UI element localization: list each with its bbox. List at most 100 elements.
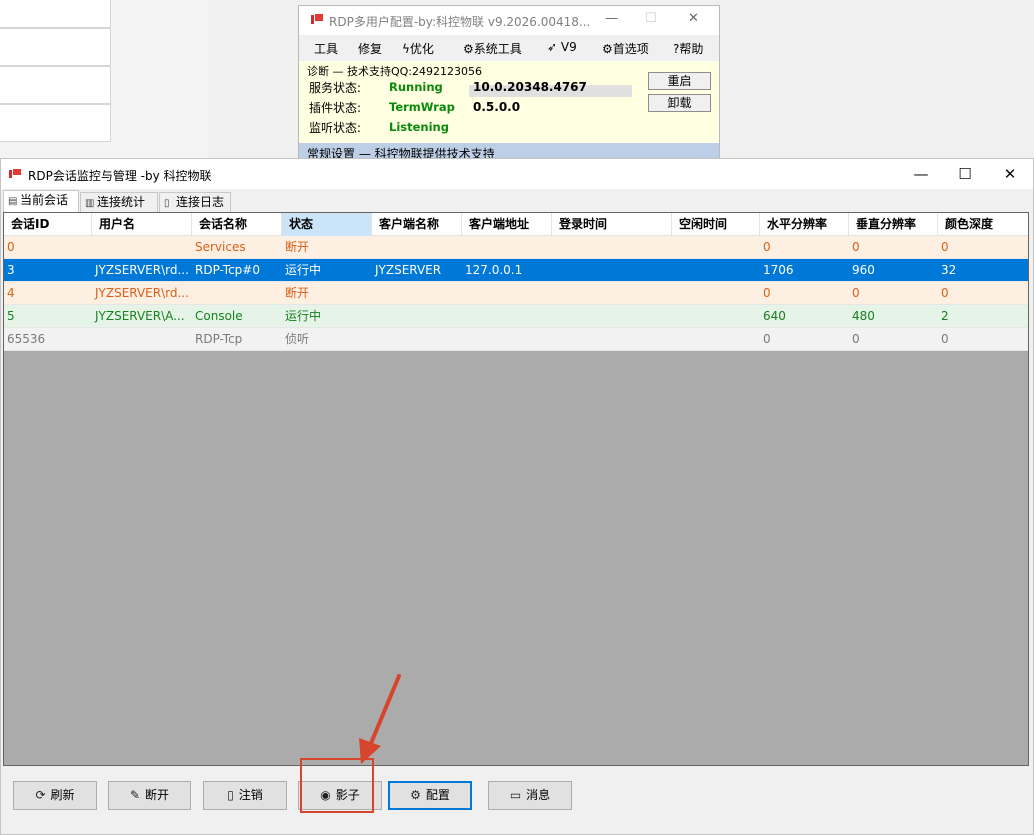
column-header[interactable]: 会话名称	[192, 213, 282, 236]
tab-bar: ▤ 当前会话 ▥ 连接统计 ▯ 连接日志	[1, 190, 1033, 212]
column-header[interactable]: 用户名	[92, 213, 192, 236]
menu-preferences[interactable]: ⚙首选项	[602, 40, 649, 57]
disconnect-icon: ✎	[129, 788, 141, 802]
table-cell	[372, 282, 462, 304]
tab-connection-log[interactable]: ▯ 连接日志	[159, 192, 231, 212]
table-cell	[552, 328, 672, 350]
app-logo-icon	[9, 169, 21, 178]
table-cell	[552, 282, 672, 304]
table-cell: JYZSERVER\rd...	[95, 263, 189, 277]
config-window-titlebar: RDP多用户配置-by:科控物联 v9.2026.00418... — ☐ ✕	[299, 6, 719, 35]
service-version: 10.0.20348.4767	[473, 80, 587, 94]
message-icon: ▭	[509, 788, 522, 802]
table-cell	[672, 282, 760, 304]
table-cell	[672, 328, 760, 350]
config-window-title: RDP多用户配置-by:科控物联 v9.2026.00418...	[329, 15, 591, 29]
menu-system-tools[interactable]: ⚙系统工具	[463, 40, 522, 57]
table-cell: 5	[7, 309, 15, 323]
close-button[interactable]: ✕	[987, 163, 1033, 185]
annotation-arrow-icon	[359, 674, 401, 764]
table-cell: 32	[941, 263, 957, 277]
background-cell	[0, 28, 111, 66]
plugin-version: 0.5.0.0	[473, 100, 521, 114]
menu-help[interactable]: ?帮助	[673, 40, 703, 57]
table-row[interactable]: 5 JYZSERVER\A... Console 运行中 640 480 2	[4, 305, 1028, 328]
background-cell	[0, 104, 111, 142]
table-cell: 断开	[285, 286, 310, 300]
tab-current-sessions[interactable]: ▤ 当前会话	[3, 190, 79, 212]
column-header[interactable]: 会话ID	[4, 213, 92, 236]
table-cell	[552, 305, 672, 327]
table-header: 会话ID 用户名 会话名称 状态 客户端名称 客户端地址 登录时间 空闲时间 水平分辨率 垂直分辨…	[4, 213, 1028, 236]
table-row[interactable]: 65536 RDP-Tcp 侦听 0 0 0	[4, 328, 1028, 351]
table-row[interactable]: 0 Services 断开 0 0 0	[4, 236, 1028, 259]
maximize-button[interactable]: ☐	[942, 163, 988, 185]
session-table[interactable]: 会话ID 用户名 会话名称 状态 客户端名称 客户端地址 登录时间 空闲时间 水平分辨率 垂直分辨…	[3, 212, 1029, 766]
table-cell	[462, 282, 552, 304]
table-cell: 640	[763, 309, 786, 323]
close-button[interactable]: ✕	[688, 11, 699, 26]
refresh-icon: ⟳	[35, 788, 46, 802]
menu-tools[interactable]: 工具	[314, 40, 338, 57]
rocket-icon: ➶	[547, 40, 558, 54]
menu-v9[interactable]: ➶ V9	[547, 40, 577, 54]
table-cell	[672, 259, 760, 281]
plugin-status-value: TermWrap	[389, 100, 455, 114]
menu-optimize[interactable]: ϟ优化	[402, 40, 434, 57]
table-cell	[92, 328, 192, 350]
table-cell	[672, 305, 760, 327]
table-cell: JYZSERVER\rd...	[95, 286, 189, 300]
table-cell: 2	[941, 309, 949, 323]
column-header[interactable]: 水平分辨率	[760, 213, 849, 236]
restart-button[interactable]: 重启	[648, 72, 711, 90]
column-header[interactable]: 状态	[282, 213, 372, 236]
table-cell: 1706	[763, 263, 794, 277]
table-cell: RDP-Tcp	[195, 332, 243, 346]
minimize-button[interactable]: —	[898, 163, 944, 185]
table-cell: 480	[852, 309, 875, 323]
table-cell: 127.0.0.1	[465, 263, 523, 277]
plugin-status-label: 插件状态:	[309, 101, 362, 115]
table-cell: 0	[763, 286, 771, 300]
column-header[interactable]: 登录时间	[552, 213, 672, 236]
config-button[interactable]: ⚙ 配置	[388, 781, 472, 810]
table-row[interactable]: 4 JYZSERVER\rd... 断开 0 0 0	[4, 282, 1028, 305]
column-header[interactable]: 客户端名称	[372, 213, 462, 236]
service-status-label: 服务状态:	[309, 81, 362, 95]
maximize-button[interactable]: ☐	[645, 11, 657, 26]
column-header[interactable]: 空闲时间	[672, 213, 760, 236]
menu-repair[interactable]: 修复	[358, 40, 382, 57]
refresh-button[interactable]: ⟳ 刷新	[13, 781, 97, 810]
column-header[interactable]: 颜色深度	[938, 213, 1028, 236]
table-cell: 断开	[285, 240, 310, 254]
table-cell: 0	[941, 240, 949, 254]
table-cell	[372, 236, 462, 258]
disconnect-button[interactable]: ✎ 断开	[108, 781, 191, 810]
table-cell	[462, 236, 552, 258]
table-cell: 0	[763, 332, 771, 346]
message-button[interactable]: ▭ 消息	[488, 781, 572, 810]
table-cell: 960	[852, 263, 875, 277]
logoff-icon: ▯	[227, 788, 234, 802]
table-cell	[192, 282, 282, 304]
highlight-box	[300, 758, 374, 813]
table-cell	[462, 305, 552, 327]
tab-connection-stats[interactable]: ▥ 连接统计	[80, 192, 158, 212]
chart-icon: ▥	[85, 198, 95, 209]
minimize-button[interactable]: —	[605, 11, 618, 26]
column-header[interactable]: 客户端地址	[462, 213, 552, 236]
column-header[interactable]: 垂直分辨率	[849, 213, 938, 236]
session-monitor-titlebar: RDP会话监控与管理 -by 科控物联 — ☐ ✕	[1, 159, 1033, 189]
logoff-button[interactable]: ▯ 注销	[203, 781, 287, 810]
listen-status-label: 监听状态:	[309, 121, 362, 135]
table-cell	[372, 305, 462, 327]
table-cell: 运行中	[285, 263, 322, 277]
table-cell: Services	[195, 240, 246, 254]
table-cell	[552, 259, 672, 281]
uninstall-button[interactable]: 卸载	[648, 94, 711, 112]
lightning-icon: ϟ	[402, 42, 410, 56]
table-cell: 65536	[7, 332, 46, 346]
table-cell: 4	[7, 286, 15, 300]
table-row[interactable]: 3 JYZSERVER\rd... RDP-Tcp#0 运行中 JYZSERVER 127…	[4, 259, 1028, 282]
table-cell: 0	[941, 286, 949, 300]
